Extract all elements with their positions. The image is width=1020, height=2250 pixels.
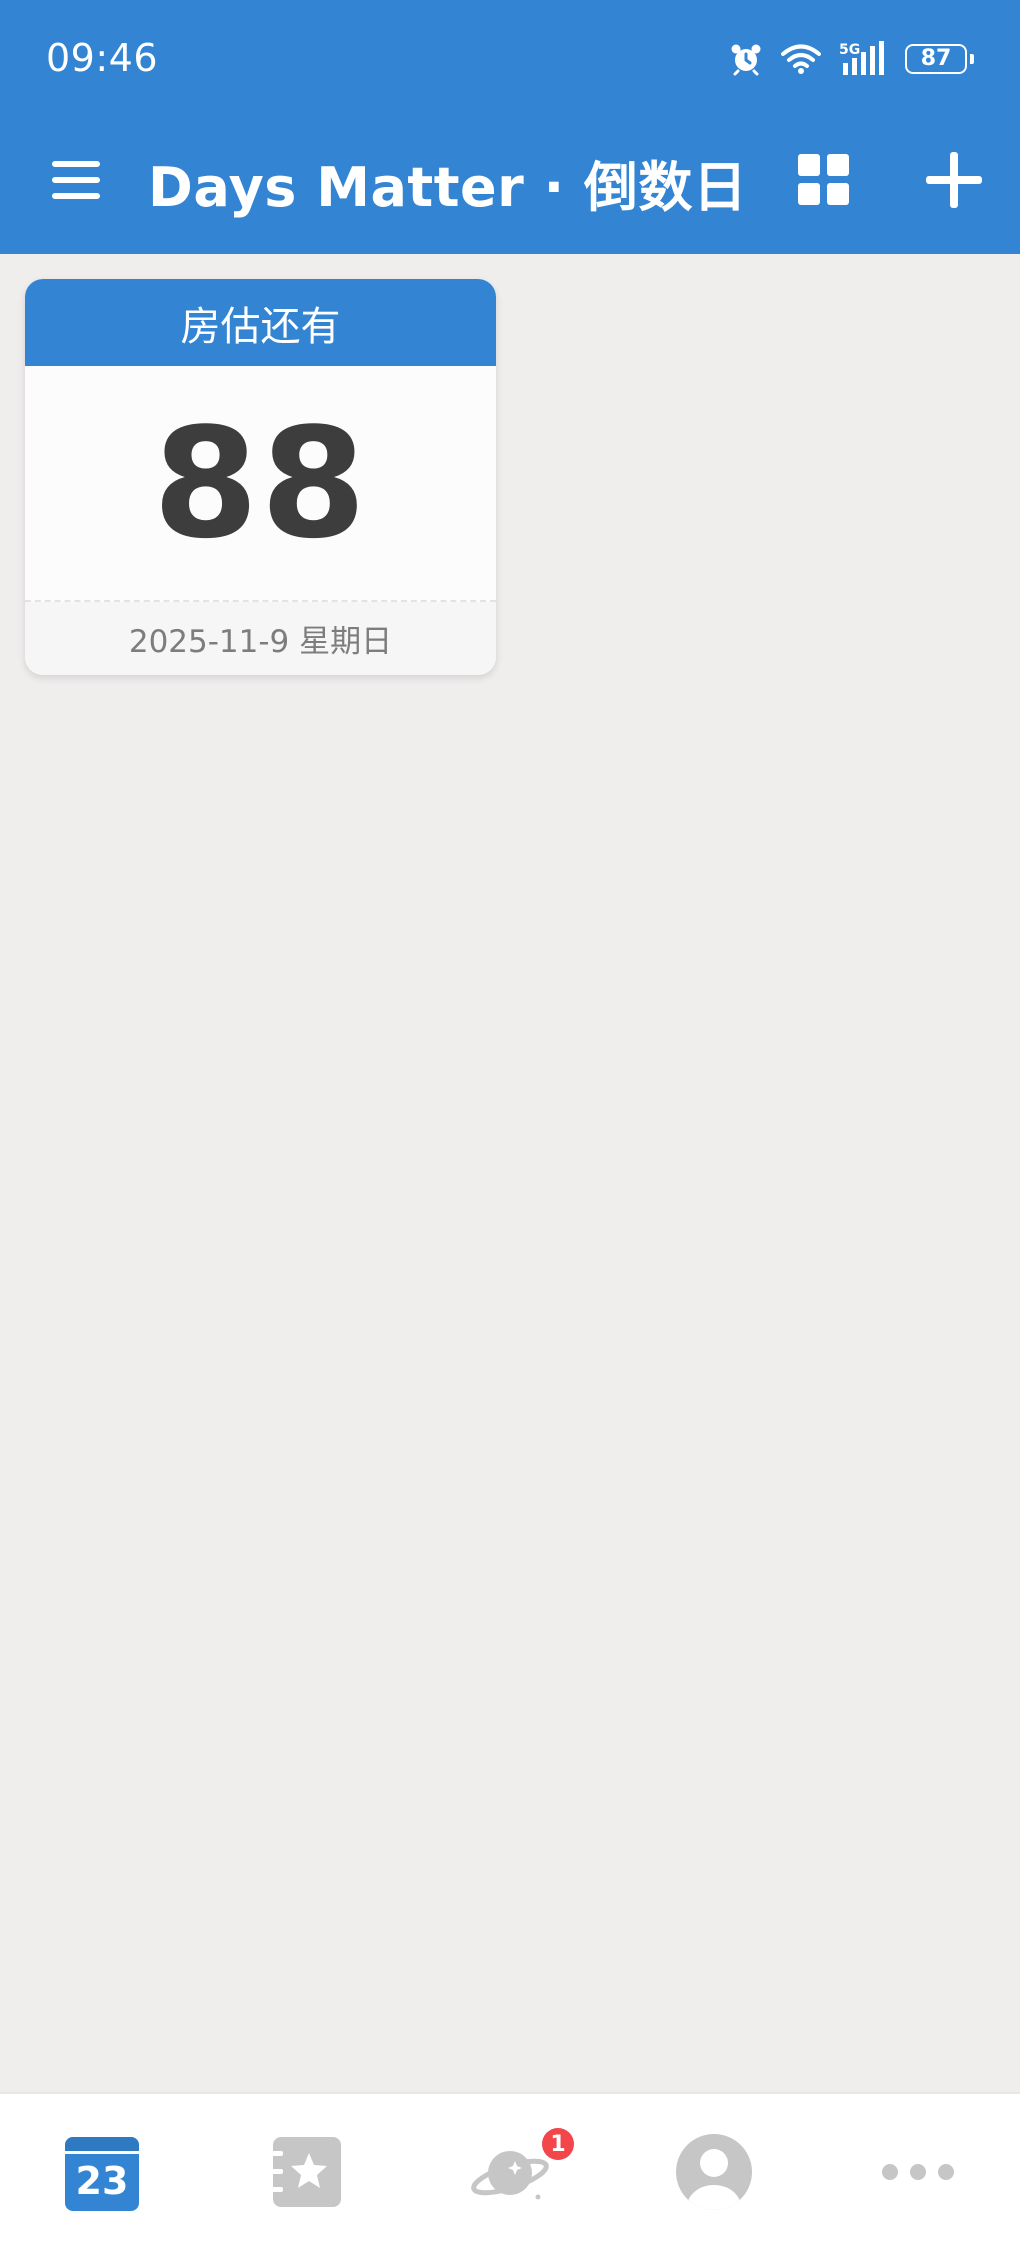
network-type-label: 5G bbox=[839, 42, 860, 58]
wifi-icon bbox=[781, 43, 821, 75]
battery-level: 87 bbox=[905, 44, 967, 74]
app-title: Days Matter · 倒数日 bbox=[148, 156, 748, 219]
menu-button[interactable] bbox=[40, 150, 112, 210]
planet-icon bbox=[471, 2151, 549, 2200]
battery-icon: 87 bbox=[905, 44, 974, 74]
more-dots-icon bbox=[882, 2164, 954, 2180]
nav-item-discover[interactable] bbox=[408, 2094, 612, 2250]
discover-notification-badge: 1 bbox=[542, 2128, 574, 2160]
grid-view-icon bbox=[798, 154, 849, 205]
alarm-icon bbox=[729, 42, 763, 76]
calendar-icon: 23 bbox=[65, 2137, 139, 2211]
event-title: 房估还有 bbox=[25, 279, 496, 366]
status-time: 09:46 bbox=[46, 36, 159, 80]
top-bar: 09:46 5G 87 Days Matter · 倒数日 bbox=[0, 0, 1020, 254]
event-target-date: 2025-11-9 星期日 bbox=[25, 602, 496, 675]
plus-icon bbox=[926, 152, 982, 208]
cellular-signal-icon: 5G bbox=[839, 41, 887, 77]
event-days-count: 88 bbox=[25, 366, 496, 602]
star-book-icon bbox=[269, 2137, 341, 2207]
calendar-icon-day: 23 bbox=[75, 2159, 129, 2203]
status-icons: 5G 87 bbox=[729, 40, 974, 78]
nav-item-favorites[interactable] bbox=[204, 2094, 408, 2250]
hamburger-menu-icon bbox=[52, 161, 100, 199]
profile-avatar-icon bbox=[676, 2134, 752, 2210]
grid-view-button[interactable] bbox=[790, 146, 858, 214]
bottom-navigation: 23 bbox=[0, 2092, 1020, 2250]
nav-item-more[interactable] bbox=[816, 2094, 1020, 2250]
nav-item-profile[interactable] bbox=[612, 2094, 816, 2250]
event-card[interactable]: 房估还有 88 2025-11-9 星期日 bbox=[25, 279, 496, 675]
add-event-button[interactable] bbox=[918, 144, 990, 216]
nav-item-calendar[interactable]: 23 bbox=[0, 2094, 204, 2250]
